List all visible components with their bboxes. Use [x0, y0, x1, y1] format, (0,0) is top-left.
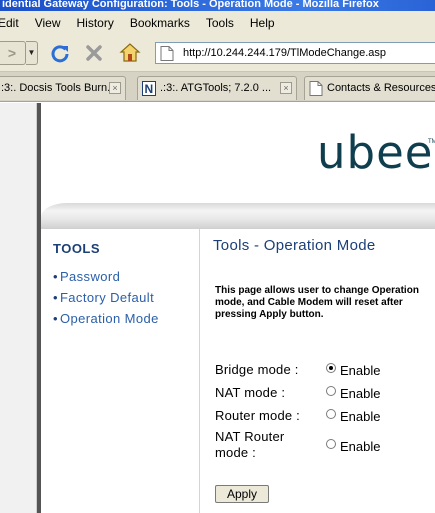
nav-link-label: Password: [59, 269, 121, 284]
navigation-toolbar: > ▼: [0, 35, 435, 72]
tab-label: :3:. Docsis Tools Burn...: [1, 82, 117, 94]
page-description: This page allows user to change Operatio…: [215, 285, 419, 320]
page-content: ubee TM TOOLS • Password • Factory Default…: [0, 103, 435, 513]
nav-link-label: Operation Mode: [59, 311, 159, 326]
tab-docsis-tools[interactable]: :3:. Docsis Tools Burn... ×: [0, 76, 126, 100]
close-icon[interactable]: ×: [109, 82, 121, 94]
url-input[interactable]: [183, 45, 435, 61]
tools-sidebar: TOOLS • Password • Factory Default • Operat…: [41, 229, 200, 513]
menu-tools[interactable]: Tools: [206, 16, 234, 30]
tab-label: Contacts & Resources: [327, 82, 435, 94]
nat-mode-label: NAT mode :: [215, 385, 286, 400]
nat-mode-option-label: Enable: [340, 386, 381, 401]
page-icon: [160, 46, 174, 61]
header-divider-band: [41, 203, 435, 229]
nav-link-label: Factory Default: [59, 290, 155, 305]
nat-router-mode-label: NAT Router: [215, 429, 285, 444]
history-dropdown-button[interactable]: ▼: [26, 41, 38, 65]
router-mode-radio[interactable]: [326, 409, 336, 419]
nat-router-mode-option-label: Enable: [340, 439, 381, 454]
page-title: Tools - Operation Mode: [213, 237, 376, 254]
menu-bookmarks[interactable]: Bookmarks: [130, 16, 190, 30]
chevron-down-icon: ▼: [27, 48, 36, 57]
apply-button[interactable]: Apply: [215, 485, 269, 503]
stop-icon[interactable]: [84, 43, 104, 63]
menu-history[interactable]: History: [76, 16, 113, 30]
tab-atgtools[interactable]: N .:3:. ATGTools; 7.2.0 ... ×: [137, 76, 297, 100]
bridge-mode-label: Bridge mode :: [215, 362, 299, 377]
menu-bar: Edit View History Bookmarks Tools Help: [0, 11, 435, 35]
bullet-icon: •: [53, 290, 58, 305]
nat-router-mode-label-line2: mode :: [215, 445, 256, 460]
menu-edit[interactable]: Edit: [0, 16, 19, 30]
site-n-icon: N: [142, 81, 156, 96]
nat-mode-radio[interactable]: [326, 386, 336, 396]
nav-link-operation-mode[interactable]: • Operation Mode: [53, 311, 159, 326]
ubee-logo: ubee: [317, 126, 434, 179]
address-bar[interactable]: [155, 42, 435, 64]
bullet-icon: •: [53, 269, 58, 284]
reload-icon[interactable]: [50, 43, 70, 63]
logo-trademark: TM: [428, 139, 435, 145]
window-title-bar: idential Gateway Configuration: Tools - …: [0, 0, 435, 11]
home-icon[interactable]: [119, 42, 141, 64]
forward-arrow-icon: >: [7, 45, 17, 61]
page-icon: [309, 81, 323, 96]
bridge-mode-radio[interactable]: [326, 363, 336, 373]
forward-button[interactable]: >: [0, 41, 26, 65]
nav-link-password[interactable]: • Password: [53, 269, 120, 284]
header-logo-area: ubee: [41, 103, 435, 191]
close-icon[interactable]: ×: [280, 82, 292, 94]
router-mode-option-label: Enable: [340, 409, 381, 424]
tab-contacts-resources[interactable]: Contacts & Resources: [304, 76, 435, 100]
svg-text:N: N: [145, 82, 154, 96]
tab-bar: :3:. Docsis Tools Burn... × N .:3:. ATGT…: [0, 72, 435, 102]
bullet-icon: •: [53, 311, 58, 326]
nav-link-factory-default[interactable]: • Factory Default: [53, 290, 154, 305]
menu-help[interactable]: Help: [250, 16, 275, 30]
tab-label: .:3:. ATGTools; 7.2.0 ...: [160, 82, 272, 94]
main-panel: Tools - Operation Mode This page allows …: [201, 229, 435, 513]
sidebar-panel-strip: [0, 103, 37, 513]
sidebar-title: TOOLS: [53, 241, 101, 256]
menu-view[interactable]: View: [35, 16, 61, 30]
window-title: idential Gateway Configuration: Tools - …: [2, 0, 379, 10]
nat-router-mode-radio[interactable]: [326, 439, 336, 449]
bridge-mode-option-label: Enable: [340, 363, 381, 378]
router-mode-label: Router mode :: [215, 408, 300, 423]
